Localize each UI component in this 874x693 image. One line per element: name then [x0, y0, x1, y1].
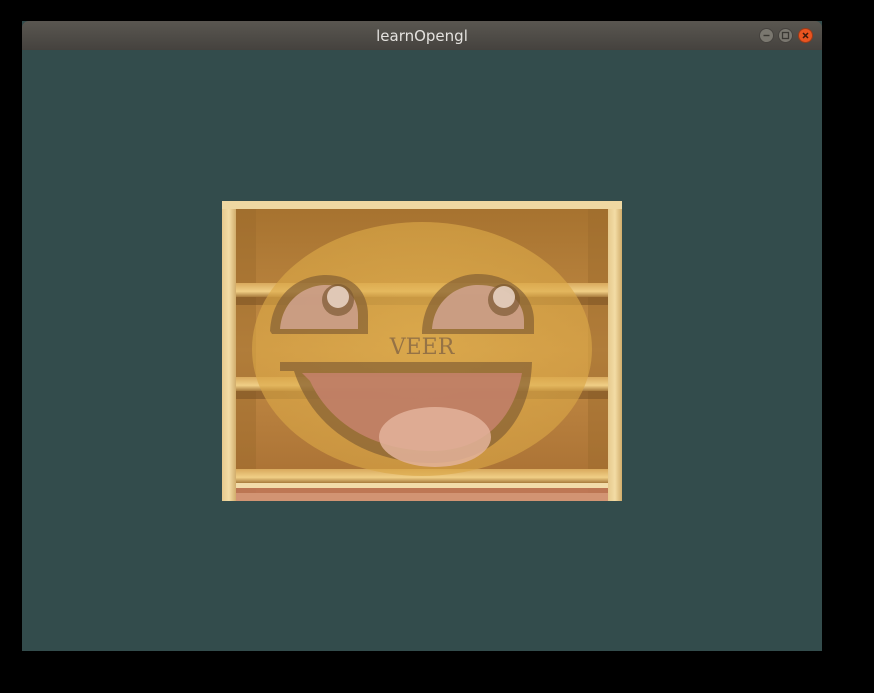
opengl-viewport[interactable]: VEER — [22, 50, 822, 651]
close-icon — [802, 32, 809, 39]
textured-quad: VEER — [222, 201, 622, 501]
minimize-button[interactable] — [759, 28, 774, 43]
maximize-button[interactable] — [778, 28, 793, 43]
app-window: learnOpengl VEER — [22, 21, 822, 651]
titlebar[interactable]: learnOpengl — [22, 21, 822, 50]
maximize-icon — [781, 31, 790, 40]
texture-watermark: VEER — [389, 335, 456, 360]
window-title: learnOpengl — [376, 27, 468, 45]
close-button[interactable] — [798, 28, 813, 43]
minimize-icon — [763, 34, 770, 37]
